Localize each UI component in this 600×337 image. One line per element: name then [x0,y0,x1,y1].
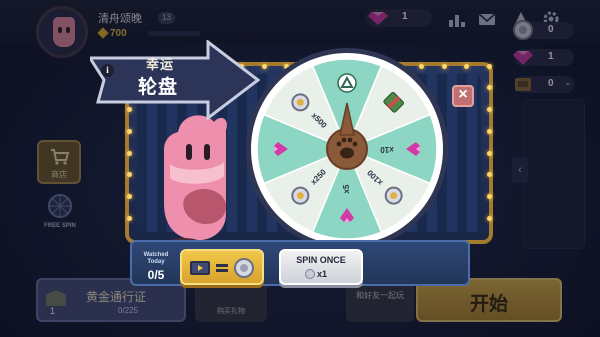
spin-cost: x1 [317,269,328,279]
marquee-bulb [126,172,132,178]
video-icon [190,261,210,275]
watched-label-line2: Today [147,259,165,265]
close-button[interactable]: × [452,85,474,107]
mystery-box-icon [337,73,357,93]
paw-toe [341,137,347,143]
watched-count: 0/5 [147,268,165,282]
marquee-bulb [486,172,492,178]
marquee-bulb [486,194,492,199]
marquee-bulb [464,63,469,69]
wheel-segment-label: x10 [380,145,394,154]
watched-label-line1: Watched [143,252,169,258]
close-icon: × [458,86,468,103]
lucky-wheel[interactable]: x10x100x5x250x500 [244,46,450,252]
pink-character [164,115,227,250]
marquee-bulb [126,150,132,156]
marquee-bulb [486,85,492,91]
marquee-bulb [486,107,492,112]
coin-icon [234,258,254,278]
marquee-bulb [126,128,132,134]
marquee-bulb [486,128,492,134]
game-screen: 清舟颂晚 13 700 1 0 1 0 ⌄ 商店 FREE SPIN ‹ 1 黄… [0,0,600,337]
marquee-bulb [486,63,492,69]
spin-once-button[interactable]: SPIN ONCE x1 [279,249,363,285]
spin-once-label: SPIN ONCE [296,255,346,265]
marquee-bulb [486,215,492,221]
paw-icon [340,147,354,159]
wheel-segment-label: x5 [342,184,351,193]
paw-toe [347,137,353,143]
paw-toe [352,141,358,147]
marquee-bulb [126,194,132,199]
lucky-wheel-banner [90,40,260,122]
marquee-bulb [486,150,492,156]
coin-icon [305,269,315,279]
info-icon[interactable]: i [101,64,114,77]
watch-video-spin-button[interactable] [180,249,264,285]
marquee-bulb [126,215,132,221]
watched-today-label: Watched Today [136,252,176,266]
paw-toe [336,141,342,147]
video-equals-coin [190,258,254,278]
